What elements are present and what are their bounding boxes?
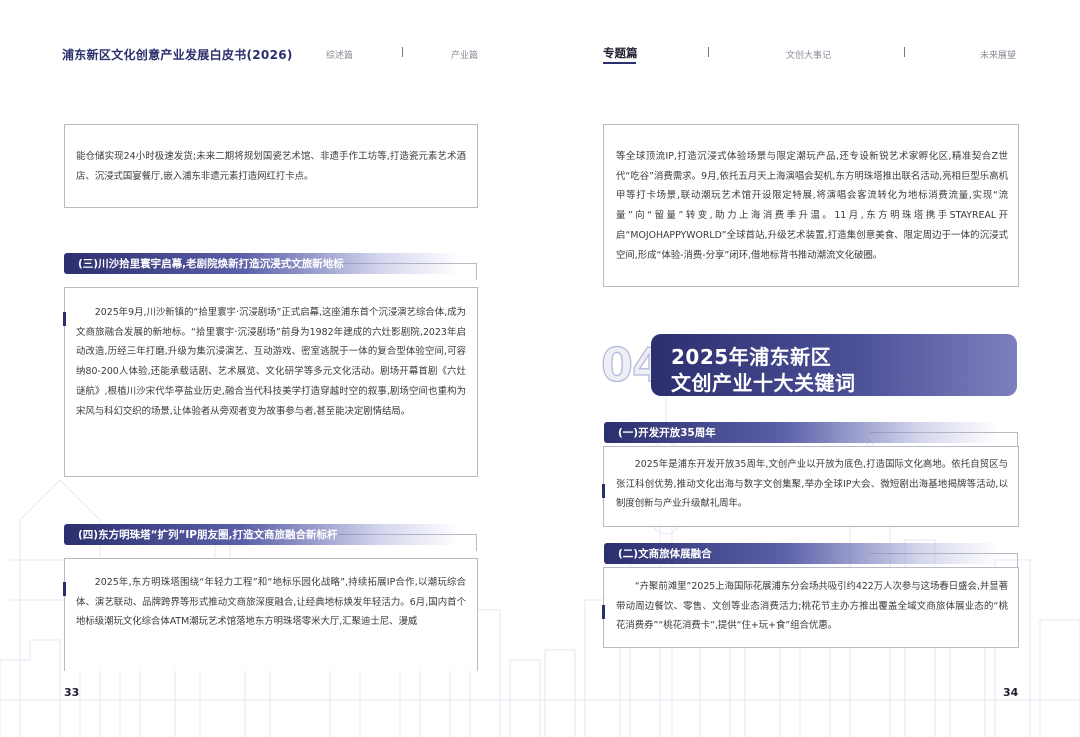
box-accent-mark [602,484,605,498]
box-accent-mark [63,582,66,596]
keyword-heading: (一)开发开放35周年 [618,427,716,439]
nav-item-outlook[interactable]: 未来展望 [980,48,1016,61]
section-heading-bar: (一)开发开放35周年 [604,422,1000,443]
keyword-heading: (二)文商旅体展融合 [618,548,712,560]
section-heading-bar: (三)川沙拾里寰宇启幕,老剧院焕新打造沉浸式文旅新地标 [64,253,460,274]
page-number: 33 [64,686,80,699]
section-heading-bar: (四)东方明珠塔“扩列”IP朋友圈,打造文商旅融合新标杆 [64,524,460,545]
section-heading: (三)川沙拾里寰宇启幕,老剧院焕新打造沉浸式文旅新地标 [78,258,344,270]
box-accent-mark [63,312,66,326]
continued-paragraph: 能仓储实现24小时极速发货;未来二期将规划国瓷艺术馆、非遗手作工坊等,打造瓷元素… [76,151,466,182]
nav-item-industry[interactable]: 产业篇 [451,48,478,61]
nav-divider [708,47,709,57]
nav-item-special-topics[interactable]: 专题篇 [603,45,638,61]
section-paragraph: 2025年,东方明珠塔围绕“年轻力工程”和“地标乐园化战略”,持续拓展IP合作,… [76,577,466,628]
section-paragraph: 2025年9月,川沙新镇的“拾里寰宇·沉浸剧场”正式启幕,这座浦东首个沉浸演艺综… [76,307,466,417]
section-body-box: 2025年9月,川沙新镇的“拾里寰宇·沉浸剧场”正式启幕,这座浦东首个沉浸演艺综… [64,287,478,477]
section-heading: (四)东方明珠塔“扩列”IP朋友圈,打造文商旅融合新标杆 [78,529,338,541]
continued-text-box: 能仓储实现24小时极速发货;未来二期将规划国瓷艺术馆、非遗手作工坊等,打造瓷元素… [64,124,478,208]
page-number: 34 [1003,686,1019,699]
keyword-body-box: “卉聚前滩里”2025上海国际花展浦东分会场共吸引约422万人次参与这场春日盛会… [603,567,1019,648]
nav-divider [904,47,905,57]
keyword-paragraph: 2025年是浦东开发开放35周年,文创产业以开放为底色,打造国际文化高地。依托自… [616,459,1008,510]
keyword-paragraph: “卉聚前滩里”2025上海国际花展浦东分会场共吸引约422万人次参与这场春日盛会… [616,581,1008,632]
continued-paragraph: 等全球顶流IP,打造沉浸式体验场景与限定潮玩产品,还专设新锐艺术家孵化区,精准契… [616,151,1008,261]
chapter-title-line2: 文创产业十大关键词 [671,371,856,395]
nav-item-overview[interactable]: 综述篇 [326,48,353,61]
box-accent-mark [602,605,605,619]
document-title: 浦东新区文化创意产业发展白皮书(2026) [62,48,293,62]
active-nav-underline [603,62,636,64]
section-body-box: 2025年,东方明珠塔围绕“年轻力工程”和“地标乐园化战略”,持续拓展IP合作,… [64,558,478,671]
keyword-body-box: 2025年是浦东开发开放35周年,文创产业以开放为底色,打造国际文化高地。依托自… [603,446,1019,527]
nav-divider [402,47,403,57]
nav-item-events[interactable]: 文创大事记 [786,48,831,61]
continued-text-box: 等全球顶流IP,打造沉浸式体验场景与限定潮玩产品,还专设新锐艺术家孵化区,精准契… [603,124,1019,287]
chapter-title-banner: 2025年浦东新区 文创产业十大关键词 [651,334,1017,396]
section-heading-bar: (二)文商旅体展融合 [604,543,1000,564]
chapter-title-line1: 2025年浦东新区 [671,345,832,369]
